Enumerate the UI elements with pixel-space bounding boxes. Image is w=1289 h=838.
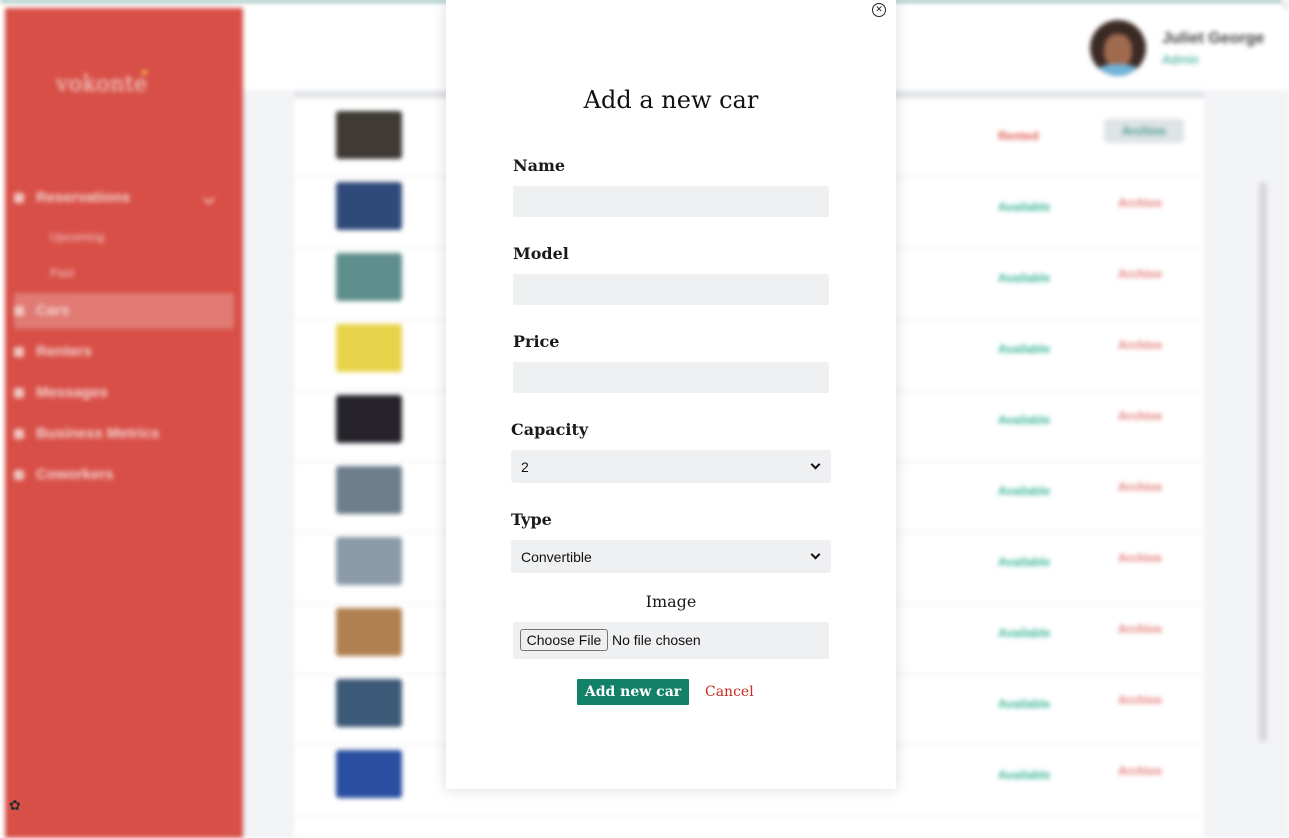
sidebar-subitem-upcoming[interactable]: Upcoming: [50, 230, 104, 244]
archive-button[interactable]: Archive: [1118, 338, 1162, 352]
car-thumbnail: [336, 679, 402, 727]
home-icon: [14, 192, 24, 203]
sidebar-item-renters[interactable]: Renters: [14, 343, 92, 360]
car-thumbnail: [336, 466, 402, 514]
avatar-shirt: [1094, 64, 1142, 76]
table-scrollbar[interactable]: [1259, 182, 1267, 742]
user-role: Admin: [1162, 52, 1199, 67]
choose-file-button[interactable]: Choose File: [520, 629, 608, 651]
sidebar-item-label: Reservations: [36, 189, 131, 206]
name-input[interactable]: [513, 186, 829, 217]
chevron-down-icon: [810, 549, 821, 560]
car-thumbnail: [336, 750, 402, 798]
price-input[interactable]: [513, 362, 829, 393]
status-badge: Available: [998, 768, 1051, 782]
status-badge: Available: [998, 484, 1051, 498]
type-select[interactable]: Convertible: [511, 540, 831, 573]
message-icon: [14, 387, 24, 398]
sidebar-item-coworkers[interactable]: Coworkers: [14, 466, 114, 483]
car-thumbnail: [336, 182, 402, 230]
sidebar-item-label: Renters: [36, 343, 92, 360]
sidebar-item-label: Coworkers: [36, 466, 114, 483]
type-select-value: Convertible: [521, 548, 592, 565]
gear-icon[interactable]: ✿: [9, 799, 23, 813]
brand-logo[interactable]: vokonte: [56, 72, 148, 97]
avatar-face: [1104, 34, 1132, 68]
car-thumbnail: [336, 324, 402, 372]
sidebar-item-label: Business Metrics: [36, 425, 160, 442]
capacity-label: Capacity: [511, 420, 589, 439]
archive-button[interactable]: Archive: [1118, 267, 1162, 281]
status-badge: Available: [998, 200, 1051, 214]
model-input[interactable]: [513, 274, 829, 305]
capacity-select-value: 2: [521, 458, 529, 475]
close-circle-icon[interactable]: ✕: [872, 3, 886, 17]
sidebar: [5, 8, 243, 838]
status-badge: Available: [998, 626, 1051, 640]
add-car-modal: [446, 0, 896, 789]
archive-button[interactable]: Archive: [1118, 480, 1162, 494]
car-thumbnail: [336, 608, 402, 656]
price-label: Price: [513, 332, 560, 351]
brand-logo-dot: [142, 70, 147, 75]
status-badge: Available: [998, 413, 1051, 427]
car-thumbnail: [336, 253, 402, 301]
model-label: Model: [513, 244, 569, 263]
sidebar-item-business-metrics[interactable]: Business Metrics: [14, 425, 159, 442]
add-new-car-button[interactable]: Add new car: [577, 679, 689, 705]
status-badge: Rented: [998, 129, 1039, 143]
sidebar-item-label: Cars: [36, 302, 70, 319]
status-badge: Available: [998, 555, 1051, 569]
cancel-link[interactable]: Cancel: [705, 684, 754, 700]
car-thumbnail: [336, 537, 402, 585]
sidebar-item-reservations[interactable]: Reservations: [14, 189, 130, 206]
users-icon: [14, 346, 24, 357]
file-status-text: No file chosen: [612, 632, 701, 648]
capacity-select[interactable]: 2: [511, 450, 831, 483]
image-label: Image: [645, 592, 697, 611]
sidebar-item-messages[interactable]: Messages: [14, 384, 108, 401]
car-icon: [14, 305, 24, 316]
archive-button[interactable]: Archive: [1118, 622, 1162, 636]
archive-button[interactable]: Archive: [1104, 119, 1184, 143]
archive-button[interactable]: Archive: [1118, 693, 1162, 707]
archive-button[interactable]: Archive: [1118, 409, 1162, 423]
type-label: Type: [511, 510, 552, 529]
status-badge: Available: [998, 342, 1051, 356]
modal-title: Add a new car: [583, 86, 759, 114]
car-thumbnail: [336, 395, 402, 443]
car-thumbnail: [336, 111, 402, 159]
archive-button[interactable]: Archive: [1118, 764, 1162, 778]
sidebar-subitem-past[interactable]: Past: [50, 266, 74, 280]
team-icon: [14, 469, 24, 480]
sidebar-item-label: Messages: [36, 384, 108, 401]
archive-button[interactable]: Archive: [1118, 196, 1162, 210]
user-name: Juliet George: [1162, 30, 1265, 47]
chevron-down-icon: [810, 459, 821, 470]
status-badge: Available: [998, 697, 1051, 711]
chart-icon: [14, 428, 24, 439]
status-badge: Available: [998, 271, 1051, 285]
archive-button[interactable]: Archive: [1118, 551, 1162, 565]
avatar[interactable]: [1090, 20, 1146, 76]
name-label: Name: [513, 156, 566, 175]
sidebar-item-cars[interactable]: Cars: [14, 302, 69, 319]
